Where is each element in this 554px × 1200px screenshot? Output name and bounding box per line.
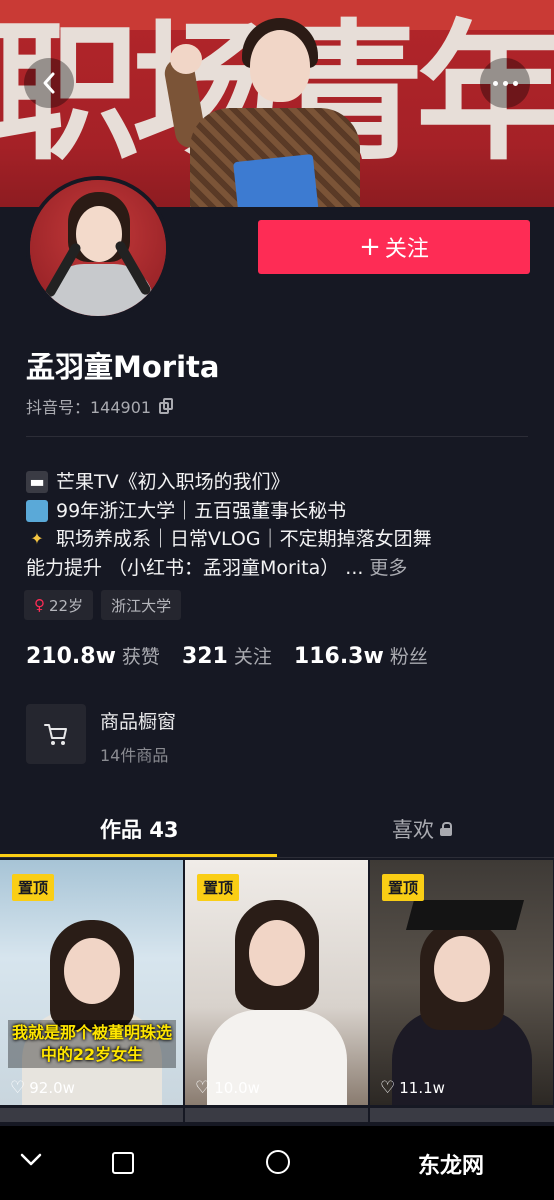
studying-person-icon (26, 499, 48, 522)
profile-banner: 职场青年 (0, 0, 554, 207)
video-thumbnail-partial[interactable] (0, 1108, 183, 1122)
pinned-badge: 置顶 (12, 874, 55, 901)
likes-count: 210.8w (26, 644, 116, 669)
video-likes-count: 92.0w (29, 1079, 75, 1097)
copy-icon[interactable] (159, 398, 174, 414)
heart-outline-icon: ♡ (10, 1077, 26, 1098)
system-navigation-bar: 东龙网 (0, 1126, 554, 1200)
likes-label: 获赞 (121, 646, 160, 668)
tab-likes[interactable]: 喜欢 (392, 814, 452, 844)
sparkles-icon: ✦ (30, 529, 44, 549)
video-likes-count: 10.0w (214, 1079, 260, 1097)
video-likes: ♡ 11.1w (380, 1079, 445, 1097)
avatar[interactable] (26, 176, 170, 320)
video-likes: ♡ 10.0w (195, 1079, 260, 1097)
tab-works[interactable]: 作品 43 (100, 814, 179, 844)
shopping-cart-icon (44, 724, 67, 745)
heart-outline-icon: ♡ (195, 1077, 211, 1098)
female-user-icon: ♀ (34, 596, 45, 614)
age-tag-label: 22岁 (49, 596, 84, 615)
video-thumbnail[interactable]: 置顶 我就是那个被董明珠选中的22岁女生 ♡ 92.0w (0, 860, 183, 1105)
school-tag-label: 浙江大学 (111, 596, 172, 615)
back-button[interactable] (24, 58, 74, 108)
shop-window-subtitle: 14件商品 (100, 746, 169, 765)
plus-icon: + (359, 232, 381, 262)
video-likes-count: 11.1w (399, 1079, 445, 1097)
video-caption: 我就是那个被董明珠选中的22岁女生 (8, 1020, 176, 1068)
video-thumbnail-partial[interactable] (185, 1108, 368, 1122)
clapperboard-icon (26, 471, 48, 494)
bio-line-1: 芒果TV《初入职场的我们》 (56, 471, 290, 493)
divider (26, 436, 528, 437)
shop-window-button[interactable] (26, 704, 86, 764)
bio-line-4: 能力提升 （小红书：孟羽童Morita） ... (26, 556, 364, 579)
tab-likes-label: 喜欢 (392, 818, 434, 842)
video-thumbnail-partial[interactable] (370, 1108, 554, 1122)
bio-more-link[interactable]: 更多 (369, 554, 407, 583)
bio-line-3: 职场养成系｜日常VLOG｜不定期掉落女团舞 (56, 528, 432, 550)
pinned-badge: 置顶 (382, 874, 425, 901)
more-dots-icon (492, 80, 518, 86)
nav-square-icon[interactable] (112, 1152, 134, 1174)
more-options-button[interactable] (480, 58, 530, 108)
nav-back-chevron-icon[interactable] (20, 1152, 42, 1168)
fans-label[interactable]: 粉丝 (390, 642, 428, 669)
following-count[interactable]: 321 (182, 644, 228, 669)
following-label[interactable]: 关注 (234, 642, 272, 669)
nav-circle-icon[interactable] (266, 1150, 290, 1174)
age-tag: ♀ 22岁 (24, 590, 94, 620)
profile-tags: ♀ 22岁 浙江大学 (24, 590, 182, 620)
douyin-id-row: 抖音号：144901 (26, 394, 174, 418)
video-thumbnail[interactable]: 置顶 ♡ 11.1w (370, 860, 553, 1105)
profile-stats: 210.8w 获赞 321 关注 116.3w 粉丝 (26, 642, 450, 669)
banner-person-image (160, 18, 360, 207)
school-tag[interactable]: 浙江大学 (101, 590, 182, 620)
bio: 芒果TV《初入职场的我们》 99年浙江大学｜五百强董事长秘书 ✦ 职场养成系｜日常… (26, 468, 432, 582)
follow-button[interactable]: + 关注 (258, 220, 530, 274)
heart-outline-icon: ♡ (380, 1077, 396, 1098)
bio-line-2: 99年浙江大学｜五百强董事长秘书 (56, 499, 347, 522)
active-tab-indicator (0, 854, 277, 857)
chevron-left-icon (43, 72, 55, 94)
lock-icon (440, 822, 452, 836)
video-thumbnail[interactable]: 置顶 ♡ 10.0w (185, 860, 368, 1105)
video-grid: 置顶 我就是那个被董明珠选中的22岁女生 ♡ 92.0w 置顶 ♡ 10.0w … (0, 860, 554, 1122)
video-likes: ♡ 92.0w (10, 1079, 75, 1097)
shop-window-title[interactable]: 商品橱窗 (100, 707, 176, 734)
douyin-id: 抖音号：144901 (26, 398, 152, 417)
pinned-badge: 置顶 (197, 874, 240, 901)
watermark: 东龙网 (418, 1153, 485, 1179)
content-tabs: 作品 43 喜欢 (0, 800, 554, 858)
profile-name: 孟羽童Morita (26, 350, 220, 384)
follow-label: 关注 (384, 237, 429, 262)
fans-count[interactable]: 116.3w (294, 644, 384, 669)
